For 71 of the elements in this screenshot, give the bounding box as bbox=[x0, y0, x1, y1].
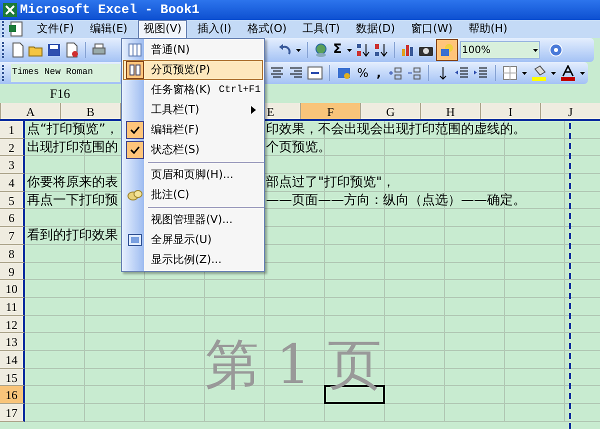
name-box[interactable]: F16 bbox=[0, 85, 120, 102]
menu-item[interactable]: 全屏显示(U) bbox=[123, 230, 263, 250]
row-header[interactable]: 7 bbox=[0, 227, 25, 245]
row-header[interactable]: 10 bbox=[0, 280, 25, 298]
menu-item[interactable]: 文件(F) bbox=[32, 20, 79, 38]
cell-text: 你要将原来的表 bbox=[27, 174, 118, 192]
shortcut-label: Ctrl+F1 bbox=[218, 84, 261, 98]
row-header[interactable]: 16 bbox=[0, 386, 25, 404]
menu-label: 分页预览(P) bbox=[151, 62, 210, 78]
column-header[interactable]: G bbox=[361, 103, 421, 119]
row-header[interactable]: 4 bbox=[0, 174, 25, 192]
menu-label: 批注(C) bbox=[151, 186, 190, 203]
comma-button[interactable]: , bbox=[373, 64, 384, 82]
column-header[interactable]: J bbox=[541, 103, 600, 119]
menu-item[interactable]: 普通(N) bbox=[123, 40, 263, 60]
row-header[interactable]: 13 bbox=[0, 333, 25, 351]
cell-text: 出现打印范围的 bbox=[27, 138, 118, 156]
menu-label: 状态栏(S) bbox=[151, 142, 200, 158]
menu-item[interactable]: 页眉和页脚(H)... bbox=[123, 165, 263, 185]
row-header[interactable]: 3 bbox=[0, 156, 25, 174]
percent-button[interactable]: % bbox=[355, 64, 370, 82]
cell-text: 再点一下打印预 bbox=[27, 192, 118, 209]
menu-item[interactable]: 工具(T) bbox=[298, 20, 345, 38]
cell-text: ——页面——方向：纵向（点选）——确定。 bbox=[266, 192, 526, 209]
cell-text: 点“打印预览”， bbox=[27, 121, 118, 138]
menu-item[interactable]: 任务窗格(K) Ctrl+F1 bbox=[123, 80, 263, 100]
row-header[interactable]: 17 bbox=[0, 404, 25, 422]
autosum-button[interactable]: Σ bbox=[331, 40, 344, 60]
menu-label: 全屏显示(U) bbox=[151, 232, 212, 248]
column-header[interactable]: F bbox=[301, 103, 361, 119]
menu-label: 编辑栏(F) bbox=[151, 122, 199, 138]
font-field[interactable]: Times New Roman bbox=[10, 64, 120, 82]
menu-item[interactable]: 插入(I) bbox=[192, 20, 236, 38]
menu-item[interactable]: 视图管理器(V)... bbox=[123, 210, 263, 230]
window-title: Microsoft Excel - Book1 bbox=[20, 1, 200, 20]
menu-label: 显示比例(Z)... bbox=[151, 252, 222, 268]
zoom-field[interactable]: 100% bbox=[460, 41, 540, 59]
cell-text: 看到的打印效果 bbox=[27, 227, 118, 244]
menu-item[interactable]: 数据(D) bbox=[350, 20, 400, 38]
column-header[interactable]: H bbox=[421, 103, 481, 119]
menu-label: 视图管理器(V)... bbox=[151, 212, 233, 228]
menu-item[interactable]: 编辑栏(F) bbox=[123, 120, 263, 140]
row-header[interactable]: 11 bbox=[0, 298, 25, 316]
row-header[interactable]: 6 bbox=[0, 209, 25, 228]
menu-label: 工具栏(T) bbox=[151, 102, 200, 118]
row-header[interactable]: 8 bbox=[0, 244, 25, 262]
row-header[interactable]: 5 bbox=[0, 192, 25, 210]
row-header[interactable]: 1 bbox=[0, 121, 25, 139]
menu-label: 普通(N) bbox=[151, 42, 190, 58]
menu-item[interactable]: 批注(C) bbox=[123, 185, 263, 205]
page-number-label: 第 1 页 bbox=[205, 335, 382, 395]
menu-item[interactable]: 格式(O) bbox=[242, 20, 292, 38]
column-header[interactable]: I bbox=[481, 103, 541, 119]
row-header[interactable]: 15 bbox=[0, 368, 25, 386]
column-header[interactable]: A bbox=[1, 103, 61, 119]
menu-item[interactable]: 帮助(H) bbox=[464, 20, 512, 38]
cell-text: 印效果，不会出现会出现打印范围的虚线的。 bbox=[266, 121, 526, 138]
menu-item[interactable]: 窗口(W) bbox=[406, 20, 458, 38]
cell-text: 部点过了"打印预览"， bbox=[266, 174, 395, 192]
menu-label: 页眉和页脚(H)... bbox=[151, 166, 234, 183]
row-header[interactable]: 2 bbox=[0, 138, 25, 156]
menu-item[interactable]: 显示比例(Z)... bbox=[123, 250, 263, 270]
row-header[interactable]: 9 bbox=[0, 262, 25, 280]
row-header[interactable]: 14 bbox=[0, 350, 25, 369]
cell-text: 个页预览。 bbox=[266, 138, 331, 156]
row-header[interactable]: 12 bbox=[0, 316, 25, 334]
menu-item[interactable]: 分页预览(P) bbox=[123, 60, 263, 80]
menu-item[interactable]: 状态栏(S) bbox=[123, 140, 263, 160]
menu-item[interactable]: 视图(V) bbox=[138, 20, 187, 38]
menu-item[interactable]: 编辑(E) bbox=[84, 20, 132, 38]
menu-label: 任务窗格(K) bbox=[151, 82, 211, 98]
